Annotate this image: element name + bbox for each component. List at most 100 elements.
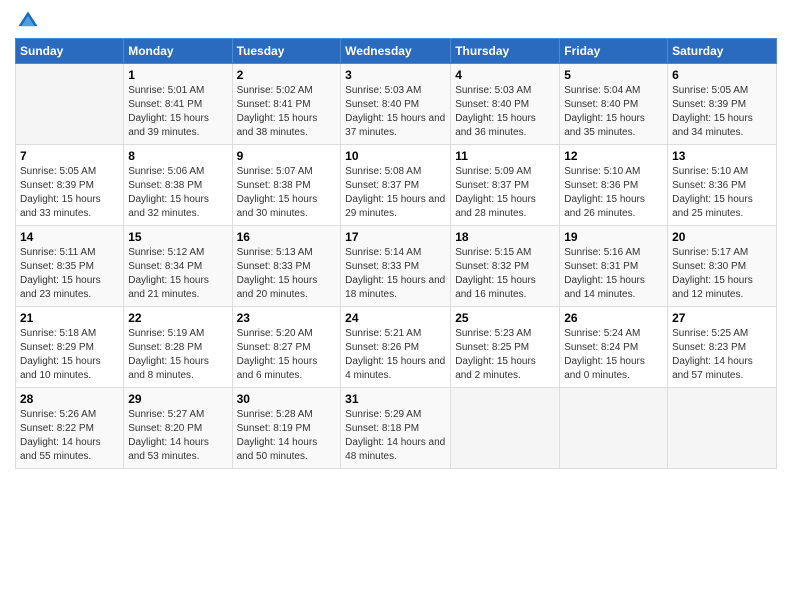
calendar-cell [451, 388, 560, 469]
day-info: Sunrise: 5:21 AMSunset: 8:26 PMDaylight:… [345, 327, 446, 383]
calendar-week-row: 7Sunrise: 5:05 AMSunset: 8:39 PMDaylight… [16, 145, 777, 226]
calendar-cell: 28 Sunrise: 5:26 AMSunset: 8:22 PMDayligh… [16, 388, 124, 469]
day-number: 28 [20, 392, 119, 406]
calendar-cell: 29 Sunrise: 5:27 AMSunset: 8:20 PMDayligh… [124, 388, 232, 469]
day-number: 11 [455, 149, 555, 163]
header [15, 10, 777, 32]
calendar-week-row: 28 Sunrise: 5:26 AMSunset: 8:22 PMDayligh… [16, 388, 777, 469]
day-info: Sunrise: 5:01 AMSunset: 8:41 PMDaylight:… [128, 84, 227, 140]
day-header: Monday [124, 39, 232, 64]
calendar-cell: 17Sunrise: 5:14 AMSunset: 8:33 PMDayligh… [341, 226, 451, 307]
day-info: Sunrise: 5:05 AMSunset: 8:39 PMDaylight:… [672, 84, 772, 140]
header-row: SundayMondayTuesdayWednesdayThursdayFrid… [16, 39, 777, 64]
calendar-table: SundayMondayTuesdayWednesdayThursdayFrid… [15, 38, 777, 469]
day-number: 15 [128, 230, 227, 244]
day-info: Sunrise: 5:04 AMSunset: 8:40 PMDaylight:… [564, 84, 663, 140]
calendar-cell [560, 388, 668, 469]
day-number: 3 [345, 68, 446, 82]
day-number: 1 [128, 68, 227, 82]
calendar-cell: 18 Sunrise: 5:15 AMSunset: 8:32 PMDayligh… [451, 226, 560, 307]
day-number: 21 [20, 311, 119, 325]
calendar-cell: 19 Sunrise: 5:16 AMSunset: 8:31 PMDayligh… [560, 226, 668, 307]
day-info: Sunrise: 5:20 AMSunset: 8:27 PMDaylight:… [237, 327, 337, 383]
day-number: 6 [672, 68, 772, 82]
day-number: 16 [237, 230, 337, 244]
day-header: Sunday [16, 39, 124, 64]
day-info: Sunrise: 5:02 AMSunset: 8:41 PMDaylight:… [237, 84, 337, 140]
day-number: 2 [237, 68, 337, 82]
day-info: Sunrise: 5:19 AMSunset: 8:28 PMDaylight:… [128, 327, 227, 383]
day-info: Sunrise: 5:27 AMSunset: 8:20 PMDaylight:… [128, 408, 227, 464]
page-container: SundayMondayTuesdayWednesdayThursdayFrid… [0, 0, 792, 479]
day-header: Tuesday [232, 39, 341, 64]
day-info: Sunrise: 5:25 AMSunset: 8:23 PMDaylight:… [672, 327, 772, 383]
calendar-cell: 10Sunrise: 5:08 AMSunset: 8:37 PMDayligh… [341, 145, 451, 226]
calendar-cell: 14 Sunrise: 5:11 AMSunset: 8:35 PMDayligh… [16, 226, 124, 307]
calendar-cell: 27 Sunrise: 5:25 AMSunset: 8:23 PMDayligh… [668, 307, 777, 388]
day-number: 20 [672, 230, 772, 244]
day-info: Sunrise: 5:09 AMSunset: 8:37 PMDaylight:… [455, 165, 555, 221]
day-info: Sunrise: 5:10 AMSunset: 8:36 PMDaylight:… [672, 165, 772, 221]
day-info: Sunrise: 5:12 AMSunset: 8:34 PMDaylight:… [128, 246, 227, 302]
day-info: Sunrise: 5:03 AMSunset: 8:40 PMDaylight:… [455, 84, 555, 140]
day-number: 10 [345, 149, 446, 163]
calendar-cell: 24 Sunrise: 5:21 AMSunset: 8:26 PMDayligh… [341, 307, 451, 388]
day-info: Sunrise: 5:26 AMSunset: 8:22 PMDaylight:… [20, 408, 119, 464]
day-number: 29 [128, 392, 227, 406]
calendar-cell: 5 Sunrise: 5:04 AMSunset: 8:40 PMDaylight… [560, 64, 668, 145]
day-number: 22 [128, 311, 227, 325]
day-info: Sunrise: 5:16 AMSunset: 8:31 PMDaylight:… [564, 246, 663, 302]
day-info: Sunrise: 5:03 AMSunset: 8:40 PMDaylight:… [345, 84, 446, 140]
calendar-cell: 23 Sunrise: 5:20 AMSunset: 8:27 PMDayligh… [232, 307, 341, 388]
day-number: 12 [564, 149, 663, 163]
day-number: 23 [237, 311, 337, 325]
day-info: Sunrise: 5:18 AMSunset: 8:29 PMDaylight:… [20, 327, 119, 383]
calendar-cell: 7Sunrise: 5:05 AMSunset: 8:39 PMDaylight… [16, 145, 124, 226]
calendar-cell: 11 Sunrise: 5:09 AMSunset: 8:37 PMDayligh… [451, 145, 560, 226]
day-info: Sunrise: 5:10 AMSunset: 8:36 PMDaylight:… [564, 165, 663, 221]
day-header: Wednesday [341, 39, 451, 64]
calendar-cell: 1 Sunrise: 5:01 AMSunset: 8:41 PMDaylight… [124, 64, 232, 145]
calendar-cell: 2 Sunrise: 5:02 AMSunset: 8:41 PMDaylight… [232, 64, 341, 145]
calendar-cell: 12 Sunrise: 5:10 AMSunset: 8:36 PMDayligh… [560, 145, 668, 226]
calendar-cell: 25Sunrise: 5:23 AMSunset: 8:25 PMDayligh… [451, 307, 560, 388]
day-number: 13 [672, 149, 772, 163]
calendar-cell: 20Sunrise: 5:17 AMSunset: 8:30 PMDayligh… [668, 226, 777, 307]
calendar-cell: 9Sunrise: 5:07 AMSunset: 8:38 PMDaylight… [232, 145, 341, 226]
calendar-cell: 3 Sunrise: 5:03 AMSunset: 8:40 PMDaylight… [341, 64, 451, 145]
day-number: 19 [564, 230, 663, 244]
day-number: 24 [345, 311, 446, 325]
day-number: 17 [345, 230, 446, 244]
day-number: 25 [455, 311, 555, 325]
calendar-cell: 31Sunrise: 5:29 AMSunset: 8:18 PMDayligh… [341, 388, 451, 469]
calendar-cell: 26Sunrise: 5:24 AMSunset: 8:24 PMDayligh… [560, 307, 668, 388]
day-number: 4 [455, 68, 555, 82]
calendar-cell: 16 Sunrise: 5:13 AMSunset: 8:33 PMDayligh… [232, 226, 341, 307]
calendar-cell: 4 Sunrise: 5:03 AMSunset: 8:40 PMDaylight… [451, 64, 560, 145]
day-info: Sunrise: 5:06 AMSunset: 8:38 PMDaylight:… [128, 165, 227, 221]
day-number: 26 [564, 311, 663, 325]
day-info: Sunrise: 5:13 AMSunset: 8:33 PMDaylight:… [237, 246, 337, 302]
day-number: 18 [455, 230, 555, 244]
logo [15, 10, 39, 32]
day-number: 7 [20, 149, 119, 163]
day-info: Sunrise: 5:07 AMSunset: 8:38 PMDaylight:… [237, 165, 337, 221]
calendar-cell: 13 Sunrise: 5:10 AMSunset: 8:36 PMDayligh… [668, 145, 777, 226]
day-info: Sunrise: 5:15 AMSunset: 8:32 PMDaylight:… [455, 246, 555, 302]
calendar-week-row: 21 Sunrise: 5:18 AMSunset: 8:29 PMDayligh… [16, 307, 777, 388]
calendar-cell: 21 Sunrise: 5:18 AMSunset: 8:29 PMDayligh… [16, 307, 124, 388]
day-number: 14 [20, 230, 119, 244]
day-header: Friday [560, 39, 668, 64]
day-info: Sunrise: 5:11 AMSunset: 8:35 PMDaylight:… [20, 246, 119, 302]
day-header: Thursday [451, 39, 560, 64]
day-header: Saturday [668, 39, 777, 64]
calendar-cell [16, 64, 124, 145]
day-number: 5 [564, 68, 663, 82]
calendar-week-row: 1 Sunrise: 5:01 AMSunset: 8:41 PMDaylight… [16, 64, 777, 145]
calendar-cell: 30Sunrise: 5:28 AMSunset: 8:19 PMDayligh… [232, 388, 341, 469]
calendar-cell: 8Sunrise: 5:06 AMSunset: 8:38 PMDaylight… [124, 145, 232, 226]
calendar-cell: 6 Sunrise: 5:05 AMSunset: 8:39 PMDaylight… [668, 64, 777, 145]
day-number: 27 [672, 311, 772, 325]
calendar-cell [668, 388, 777, 469]
calendar-cell: 15 Sunrise: 5:12 AMSunset: 8:34 PMDayligh… [124, 226, 232, 307]
